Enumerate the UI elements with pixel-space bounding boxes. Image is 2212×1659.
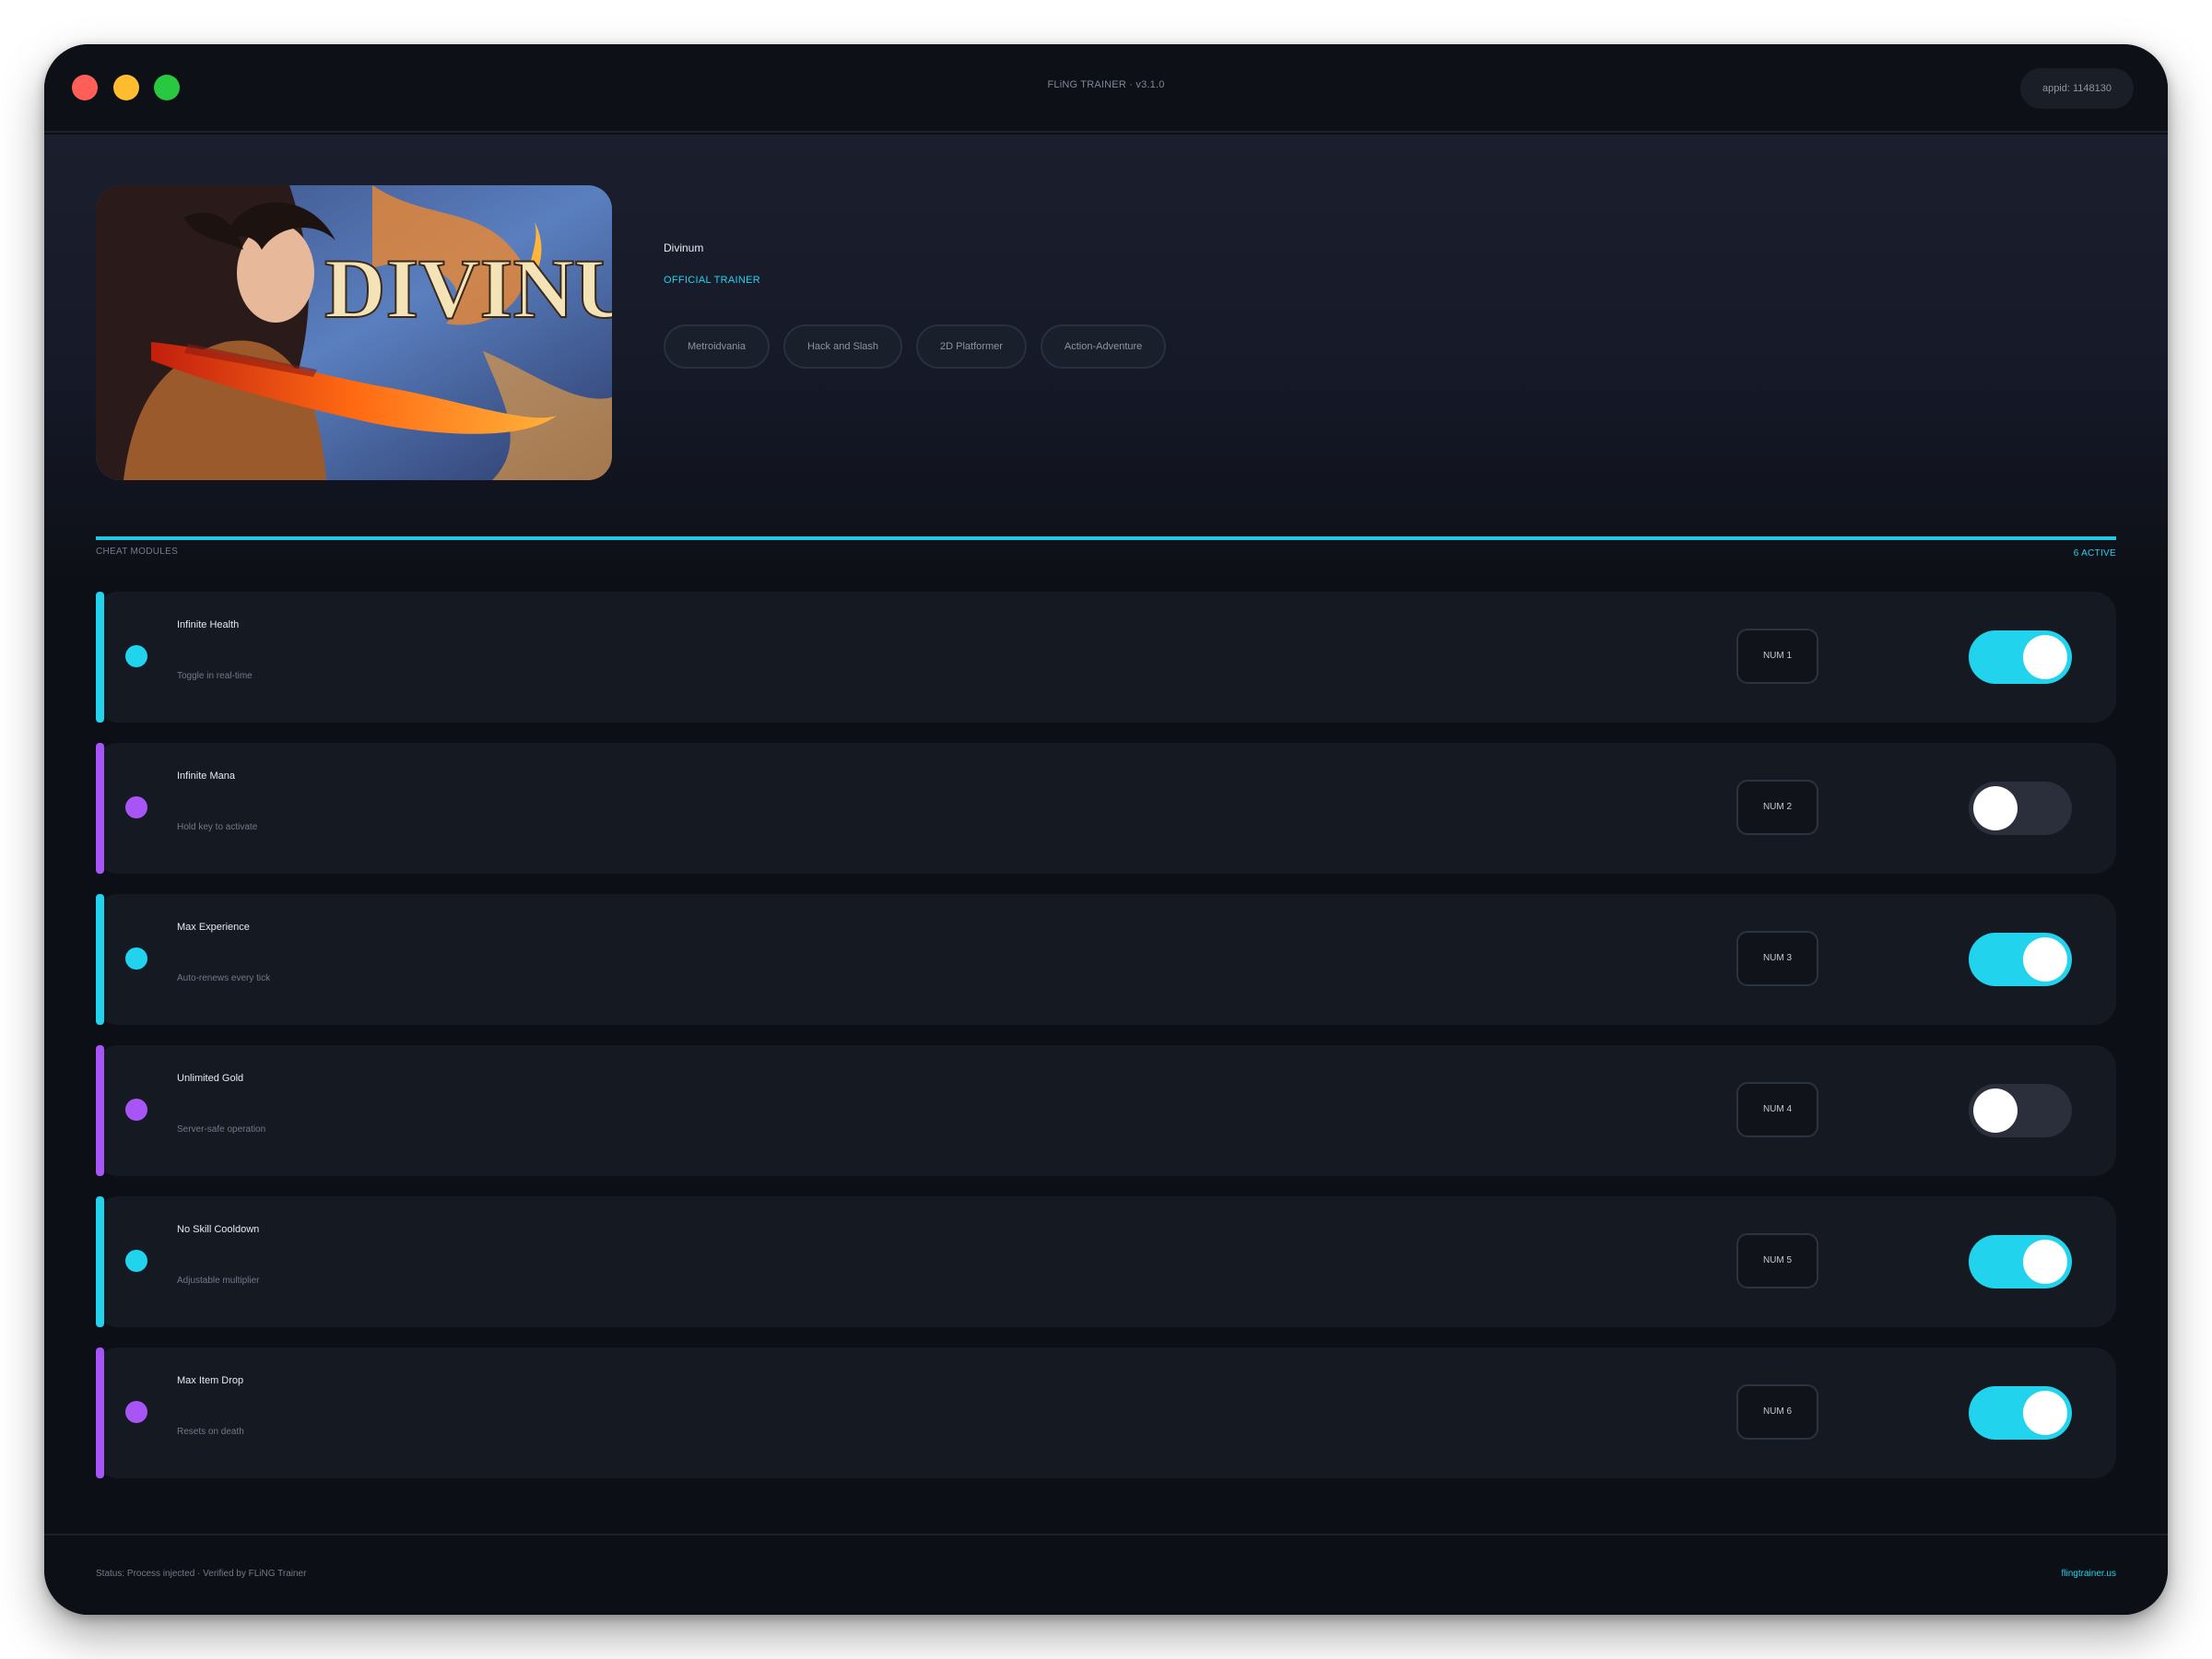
hotkey-button[interactable]: NUM 4	[1736, 1082, 1818, 1137]
cheat-row: Unlimited Gold Server-safe operation NUM…	[96, 1045, 2116, 1176]
active-count: 6 ACTIVE	[2073, 548, 2116, 559]
cheat-description: Server-safe operation	[177, 1124, 266, 1135]
status-dot-icon	[125, 1401, 147, 1423]
cover-logo-text: DIVINUM	[324, 241, 612, 335]
toggle-knob	[2023, 1240, 2067, 1284]
cheat-toggle[interactable]	[1969, 1084, 2072, 1137]
genre-tag: Action-Adventure	[1040, 324, 1167, 369]
status-footer: Status: Process injected · Verified by F…	[44, 1534, 2168, 1615]
game-header: DIVINUM Divinum OFFICIAL TRAINER Metroid…	[44, 135, 2168, 577]
official-trainer-badge: OFFICIAL TRAINER	[664, 275, 761, 286]
cheat-row: Max Item Drop Resets on death NUM 6	[96, 1347, 2116, 1478]
cheat-name: Unlimited Gold	[177, 1073, 244, 1084]
cheat-name: No Skill Cooldown	[177, 1224, 260, 1235]
toggle-knob	[1973, 1088, 2018, 1133]
footer-status-text: Status: Process injected · Verified by F…	[96, 1569, 307, 1579]
footer-website-link[interactable]: flingtrainer.us	[2062, 1569, 2116, 1579]
status-dot-icon	[125, 645, 147, 667]
game-title: Divinum	[664, 241, 704, 254]
cheat-accent-bar	[96, 1347, 104, 1478]
cheat-description: Hold key to activate	[177, 822, 258, 832]
genre-tag: Metroidvania	[664, 324, 770, 369]
toggle-knob	[2023, 635, 2067, 679]
cheat-description: Toggle in real-time	[177, 671, 253, 681]
cheat-accent-bar	[96, 743, 104, 874]
cheat-row: Max Experience Auto-renews every tick NU…	[96, 894, 2116, 1025]
cheat-toggle[interactable]	[1969, 1386, 2072, 1440]
cheat-toggle[interactable]	[1969, 933, 2072, 986]
cheat-accent-bar	[96, 894, 104, 1025]
hotkey-button[interactable]: NUM 3	[1736, 931, 1818, 986]
cheat-toggle[interactable]	[1969, 630, 2072, 684]
cheat-description: Auto-renews every tick	[177, 973, 271, 983]
cheat-row: Infinite Health Toggle in real-time NUM …	[96, 592, 2116, 723]
toggle-knob	[1973, 786, 2018, 830]
cheat-name: Infinite Mana	[177, 771, 235, 782]
hotkey-button[interactable]: NUM 5	[1736, 1233, 1818, 1288]
hotkey-button[interactable]: NUM 2	[1736, 780, 1818, 835]
window-title: FLiNG TRAINER · v3.1.0	[1047, 79, 1165, 90]
genre-tags: Metroidvania Hack and Slash 2D Platforme…	[664, 324, 1167, 369]
status-dot-icon	[125, 1250, 147, 1272]
toggle-knob	[2023, 1391, 2067, 1435]
genre-tag: 2D Platformer	[916, 324, 1027, 369]
status-dot-icon	[125, 796, 147, 818]
cheat-accent-bar	[96, 592, 104, 723]
cheat-name: Max Item Drop	[177, 1375, 244, 1386]
hotkey-button[interactable]: NUM 6	[1736, 1384, 1818, 1440]
cheat-row: Infinite Mana Hold key to activate NUM 2	[96, 743, 2116, 874]
cheat-accent-bar	[96, 1196, 104, 1327]
game-cover-art: DIVINUM	[96, 185, 612, 480]
section-label: CHEAT MODULES	[96, 547, 179, 557]
status-dot-icon	[125, 947, 147, 970]
cheat-accent-bar	[96, 1045, 104, 1176]
appid-badge: appid: 1148130	[2019, 68, 2134, 109]
cheat-toggle[interactable]	[1969, 1235, 2072, 1288]
cheat-description: Resets on death	[177, 1427, 244, 1437]
title-bar: FLiNG TRAINER · v3.1.0 appid: 1148130	[44, 44, 2168, 133]
cheat-toggle[interactable]	[1969, 782, 2072, 835]
cheat-description: Adjustable multiplier	[177, 1276, 260, 1286]
toggle-knob	[2023, 937, 2067, 982]
cheat-row: No Skill Cooldown Adjustable multiplier …	[96, 1196, 2116, 1327]
cheat-name: Infinite Health	[177, 619, 240, 630]
section-divider	[96, 536, 2116, 540]
cheat-module-list: Infinite Health Toggle in real-time NUM …	[96, 592, 2116, 1499]
cheat-name: Max Experience	[177, 922, 250, 933]
genre-tag: Hack and Slash	[782, 324, 903, 369]
hotkey-button[interactable]: NUM 1	[1736, 629, 1818, 684]
trainer-window: FLiNG TRAINER · v3.1.0 appid: 1148130 DI…	[44, 44, 2168, 1615]
status-dot-icon	[125, 1099, 147, 1121]
